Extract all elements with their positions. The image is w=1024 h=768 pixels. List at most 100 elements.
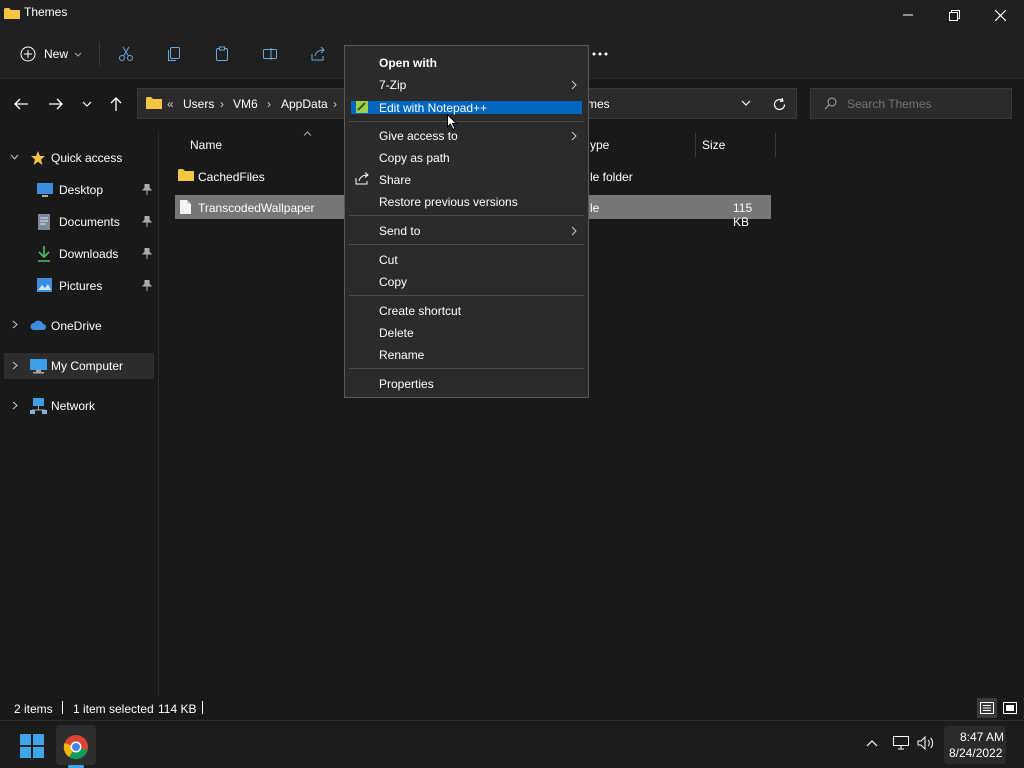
status-divider — [62, 701, 63, 714]
chrome-icon[interactable] — [63, 734, 89, 760]
menu-item-send-to[interactable]: Send to — [379, 224, 420, 238]
menu-item-7zip[interactable]: 7-Zip — [379, 78, 406, 92]
share-icon — [311, 46, 325, 61]
paste-icon — [216, 46, 228, 61]
file-icon — [180, 200, 191, 214]
nav-label: Quick access — [51, 151, 123, 165]
details-view-icon — [980, 702, 994, 714]
column-separator — [775, 133, 776, 157]
status-item-count: 2 items — [14, 702, 53, 716]
nav-label: Pictures — [59, 279, 103, 293]
search-box[interactable] — [810, 88, 1012, 119]
computer-icon — [30, 358, 47, 374]
file-name: TranscodedWallpaper — [198, 201, 315, 215]
address-dropdown-icon[interactable] — [741, 100, 751, 106]
status-divider — [202, 701, 203, 714]
nav-desktop[interactable]: Desktop — [4, 177, 154, 203]
file-type: le folder — [590, 170, 633, 184]
details-view-button[interactable] — [977, 698, 997, 718]
share-button[interactable] — [300, 36, 336, 72]
menu-separator — [349, 121, 584, 122]
menu-item-restore-versions[interactable]: Restore previous versions — [379, 195, 518, 209]
nav-my-computer[interactable]: My Computer — [4, 353, 154, 379]
breadcrumb-vm6[interactable]: VM6 — [233, 97, 258, 111]
folder-icon — [4, 7, 20, 20]
column-header-name[interactable]: Name — [190, 138, 222, 152]
nav-network[interactable]: Network — [4, 393, 154, 419]
toolbar-divider — [99, 42, 100, 66]
network-status-icon[interactable] — [893, 736, 909, 750]
volume-icon[interactable] — [917, 736, 935, 750]
restore-button[interactable] — [931, 0, 977, 30]
minimize-button[interactable] — [885, 0, 931, 30]
menu-item-copy-as-path[interactable]: Copy as path — [379, 151, 450, 165]
menu-separator — [349, 368, 584, 369]
forward-button[interactable] — [41, 89, 71, 119]
sort-ascending-icon — [303, 131, 312, 136]
nav-pictures[interactable]: Pictures — [4, 273, 154, 299]
copy-icon — [168, 47, 180, 61]
copy-button[interactable] — [156, 36, 192, 72]
menu-item-create-shortcut[interactable]: Create shortcut — [379, 304, 461, 318]
column-header-type[interactable]: ype — [590, 138, 609, 152]
clock-date: 8/24/2022 — [949, 746, 1003, 760]
up-button[interactable] — [101, 89, 131, 119]
breadcrumb-overflow[interactable]: « — [167, 97, 174, 111]
large-icons-view-button[interactable] — [1000, 698, 1020, 718]
breadcrumb-separator: › — [220, 97, 224, 111]
nav-downloads[interactable]: Downloads — [4, 241, 154, 267]
folder-icon — [146, 96, 162, 110]
clock-time: 8:47 AM — [960, 730, 1005, 744]
breadcrumb-users[interactable]: Users — [183, 97, 214, 111]
menu-item-properties[interactable]: Properties — [379, 377, 434, 391]
chevron-down-icon — [82, 101, 92, 107]
menu-item-open-with[interactable]: Open with — [379, 56, 437, 70]
windows-start-icon[interactable] — [20, 734, 44, 758]
close-button[interactable] — [977, 0, 1023, 30]
chevron-up-icon[interactable] — [866, 739, 878, 747]
breadcrumb-separator: › — [333, 97, 337, 111]
menu-item-delete[interactable]: Delete — [379, 326, 414, 340]
refresh-button[interactable] — [768, 94, 790, 114]
download-icon — [37, 246, 51, 262]
chevron-right-icon — [12, 401, 18, 410]
taskbar: 8:47 AM 8/24/2022 — [0, 720, 1024, 768]
pin-icon — [142, 280, 152, 291]
column-header-size[interactable]: Size — [702, 138, 725, 152]
title-bar: Themes — [0, 0, 1024, 30]
status-selected: 1 item selected — [73, 702, 154, 716]
menu-item-share[interactable]: Share — [379, 173, 411, 187]
paste-button[interactable] — [204, 36, 240, 72]
new-label: New — [44, 47, 69, 61]
ellipsis-icon — [592, 52, 608, 56]
back-button[interactable] — [6, 89, 36, 119]
menu-item-give-access[interactable]: Give access to — [379, 129, 458, 143]
rename-button[interactable] — [252, 36, 288, 72]
chevron-down-icon — [74, 52, 82, 57]
notepadpp-icon — [356, 101, 368, 113]
breadcrumb-appdata[interactable]: AppData — [281, 97, 328, 111]
chevron-right-icon — [12, 320, 18, 329]
menu-item-notepadpp[interactable]: Edit with Notepad++ — [351, 101, 582, 115]
new-button[interactable]: New — [14, 36, 90, 72]
nav-label: My Computer — [51, 359, 124, 373]
search-input[interactable] — [845, 94, 1009, 114]
arrow-right-icon — [49, 98, 63, 110]
mouse-cursor-icon — [447, 114, 458, 131]
cut-button[interactable] — [108, 36, 144, 72]
nav-onedrive[interactable]: OneDrive — [4, 313, 154, 339]
chevron-down-icon — [10, 154, 19, 160]
breadcrumb-themes[interactable]: mes — [587, 97, 610, 111]
pin-icon — [142, 248, 152, 259]
nav-documents[interactable]: Documents — [4, 209, 154, 235]
column-separator — [695, 133, 696, 157]
arrow-up-icon — [110, 97, 122, 111]
nav-quick-access[interactable]: Quick access — [4, 145, 154, 171]
pictures-icon — [37, 278, 52, 292]
share-icon — [355, 172, 369, 185]
menu-item-copy[interactable]: Copy — [379, 275, 407, 289]
menu-item-cut[interactable]: Cut — [379, 253, 398, 267]
menu-item-rename[interactable]: Rename — [379, 348, 424, 362]
chevron-right-icon — [571, 131, 577, 141]
recent-locations-button[interactable] — [72, 89, 102, 119]
